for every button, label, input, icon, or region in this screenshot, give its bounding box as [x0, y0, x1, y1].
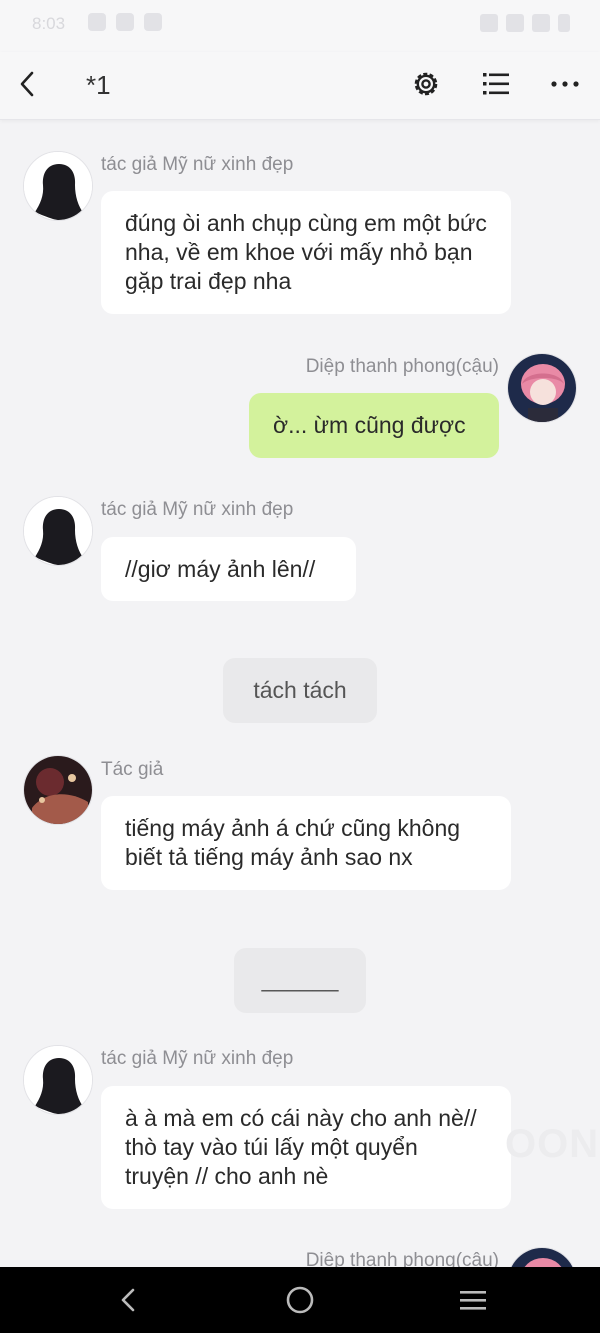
list-icon [483, 73, 509, 95]
nav-recents-button[interactable] [453, 1280, 493, 1320]
watermark: OON [505, 1122, 600, 1166]
home-circle-icon [286, 1286, 314, 1314]
avatar[interactable] [23, 755, 93, 825]
system-icons [480, 14, 570, 32]
message-bubble[interactable]: ờ... ừm cũng được [249, 393, 499, 458]
silhouette-avatar-icon [24, 1046, 92, 1114]
battery-icon [558, 14, 570, 32]
avatar[interactable] [23, 151, 93, 221]
message-bubble[interactable]: //giơ máy ảnh lên// [101, 537, 356, 601]
back-button[interactable] [12, 66, 52, 106]
silhouette-avatar-icon [24, 152, 92, 220]
message-bubble[interactable]: à à mà em có cái này cho anh nè// thò ta… [101, 1086, 511, 1209]
gear-icon [414, 72, 438, 96]
status-bar: 8:03 [0, 0, 600, 52]
sender-name: tác giả Mỹ nữ xinh đẹp [101, 154, 294, 175]
gallery-notification-icon [116, 13, 134, 31]
sender-name: Diệp thanh phong(cậu) [305, 356, 499, 377]
message-bubble[interactable]: tiếng máy ảnh á chứ cũng không biết tả t… [101, 796, 511, 890]
avatar[interactable] [23, 496, 93, 566]
notification-icons [88, 13, 162, 31]
settings-notification-icon [88, 13, 106, 31]
back-arrow-icon [20, 71, 34, 97]
settings-button[interactable] [406, 66, 446, 106]
nav-back-button[interactable] [108, 1280, 148, 1320]
system-navigation-bar [0, 1267, 600, 1333]
signal-icon [532, 14, 550, 32]
recents-lines-icon [460, 1291, 486, 1310]
sender-name: tác giả Mỹ nữ xinh đẹp [101, 499, 294, 520]
artwork-avatar-icon [24, 756, 92, 824]
avatar[interactable] [23, 1045, 93, 1115]
sender-name: tác giả Mỹ nữ xinh đẹp [101, 1048, 294, 1069]
chapter-list-button[interactable] [476, 66, 516, 106]
chat-notification-icon [144, 13, 162, 31]
narration-bubble[interactable]: tách tách [223, 658, 377, 723]
anime-character-avatar-icon [508, 354, 576, 422]
top-app-bar: *1 [0, 52, 600, 120]
page-title: *1 [86, 70, 111, 100]
wifi-icon [506, 14, 524, 32]
nav-home-button[interactable] [280, 1280, 320, 1320]
message-bubble[interactable]: đúng òi anh chụp cùng em một bức nha, về… [101, 191, 511, 314]
avatar[interactable] [507, 353, 577, 423]
more-dots-icon [551, 81, 579, 87]
alarm-icon [480, 14, 498, 32]
back-chevron-icon [121, 1288, 135, 1312]
status-time: 8:03 [32, 14, 66, 33]
silhouette-avatar-icon [24, 497, 92, 565]
sender-name: Tác giả [101, 759, 164, 780]
narration-bubble[interactable]: ______ [234, 948, 366, 1013]
more-options-button[interactable] [546, 66, 586, 106]
